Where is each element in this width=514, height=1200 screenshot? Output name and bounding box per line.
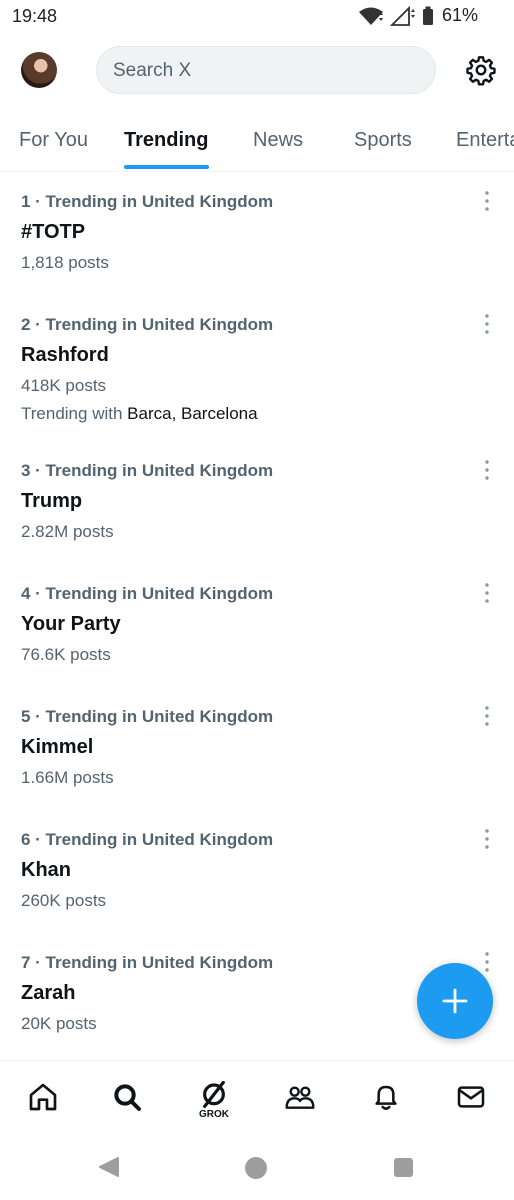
trend-post-count: 20K posts <box>21 1014 97 1033</box>
tab-trending[interactable]: Trending <box>124 129 208 152</box>
search-placeholder: Search X <box>113 60 192 81</box>
tab-news[interactable]: News <box>253 129 303 152</box>
battery-percentage: 61% <box>441 5 478 25</box>
trend-meta: 3 · Trending in United Kingdom <box>21 461 274 480</box>
gear-icon[interactable] <box>465 54 497 86</box>
notifications-icon[interactable] <box>366 1081 406 1121</box>
bottom-nav: GROK <box>0 1060 514 1136</box>
trending-with-names: Barca, Barcelona <box>127 404 258 423</box>
more-options-icon[interactable] <box>478 580 496 606</box>
home-circle-icon[interactable] <box>245 1157 267 1179</box>
signal-icon <box>389 5 416 26</box>
trend-post-count: 76.6K posts <box>21 645 111 664</box>
trending-with: Trending with Barca, Barcelona <box>21 404 258 424</box>
back-icon[interactable] <box>98 1156 120 1183</box>
more-options-icon[interactable] <box>478 949 496 975</box>
trend-title: Rashford <box>21 344 109 366</box>
compose-post-button[interactable] <box>417 963 493 1039</box>
recents-icon[interactable] <box>394 1158 413 1177</box>
system-nav-bar <box>0 1136 514 1200</box>
trend-title: #TOTP <box>21 221 86 243</box>
more-options-icon[interactable] <box>478 311 496 337</box>
header: Search X <box>0 40 514 104</box>
search-icon[interactable] <box>107 1081 147 1121</box>
trend-meta: 5 · Trending in United Kingdom <box>21 707 274 726</box>
status-time: 19:48 <box>12 6 58 26</box>
trend-meta: 4 · Trending in United Kingdom <box>21 584 274 603</box>
trend-post-count: 1,818 posts <box>21 253 109 272</box>
trend-title: Your Party <box>21 613 121 635</box>
trend-title: Trump <box>21 490 83 512</box>
tab-for-you[interactable]: For You <box>19 129 88 152</box>
more-options-icon[interactable] <box>478 703 496 729</box>
trend-meta: 1 · Trending in United Kingdom <box>21 192 274 211</box>
more-options-icon[interactable] <box>478 826 496 852</box>
trend-meta: 2 · Trending in United Kingdom <box>21 315 274 334</box>
grok-icon[interactable]: GROK <box>194 1081 234 1121</box>
tab-sports[interactable]: Sports <box>354 129 412 152</box>
trend-post-count: 2.82M posts <box>21 522 114 541</box>
trend-title: Kimmel <box>21 736 94 758</box>
trend-meta: 6 · Trending in United Kingdom <box>21 830 274 849</box>
more-options-icon[interactable] <box>478 457 496 483</box>
trend-post-count: 1.66M posts <box>21 768 114 787</box>
home-icon[interactable] <box>23 1081 63 1121</box>
avatar[interactable] <box>21 52 57 88</box>
trend-post-count: 260K posts <box>21 891 107 910</box>
communities-icon[interactable] <box>280 1081 320 1121</box>
messages-icon[interactable] <box>451 1081 491 1121</box>
grok-label: GROK <box>199 1109 229 1120</box>
active-tab-indicator <box>124 165 209 169</box>
trend-post-count: 418K posts <box>21 376 107 395</box>
trend-meta: 7 · Trending in United Kingdom <box>21 953 274 972</box>
plus-icon <box>442 988 468 1014</box>
tab-entertainment[interactable]: Entertainment <box>456 129 514 152</box>
tab-bar: For You Trending News Sports Entertainme… <box>0 116 514 172</box>
trend-title: Zarah <box>21 982 76 1004</box>
battery-icon <box>422 6 434 26</box>
search-input[interactable]: Search X <box>96 46 436 94</box>
more-options-icon[interactable] <box>478 188 496 214</box>
trending-with-prefix: Trending with <box>21 404 128 423</box>
trend-title: Khan <box>21 859 71 881</box>
wifi-icon <box>358 6 384 26</box>
status-bar: 19:48 61% <box>0 0 514 34</box>
status-icons: 61% <box>358 5 478 26</box>
